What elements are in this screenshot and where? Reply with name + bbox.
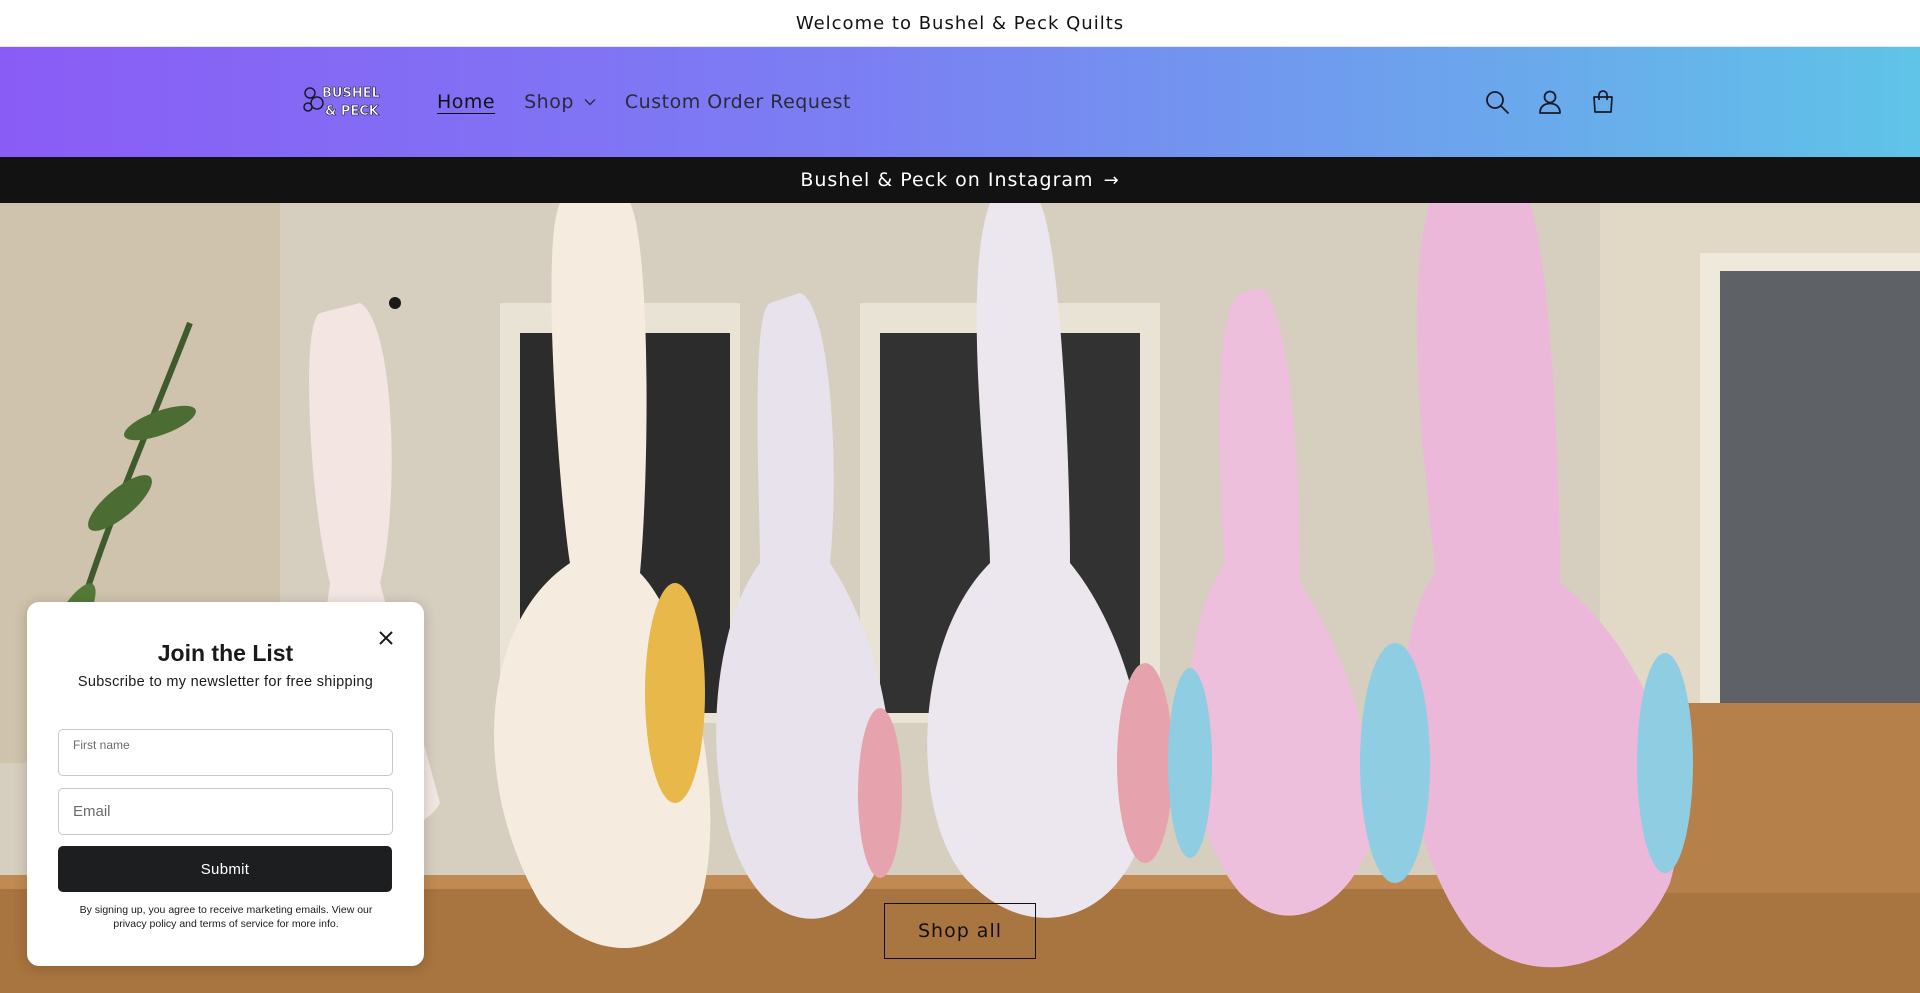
first-name-field[interactable]: First name xyxy=(58,729,393,776)
submit-label: Submit xyxy=(200,860,250,878)
cart-icon xyxy=(1593,90,1613,113)
logo-line-1: BUSHEL xyxy=(322,86,380,101)
announcement-bar: Welcome to Bushel & Peck Quilts xyxy=(0,0,1920,47)
cart-button[interactable] xyxy=(1584,83,1622,121)
email-placeholder: Email xyxy=(73,803,111,820)
nav-home-label: Home xyxy=(437,91,496,113)
site-logo[interactable]: BUSHEL & PECK xyxy=(300,79,388,125)
shop-all-label: Shop all xyxy=(917,920,1003,942)
header-icons xyxy=(1478,83,1637,121)
announcement-text: Welcome to Bushel & Peck Quilts xyxy=(795,12,1125,34)
email-field[interactable]: Email xyxy=(58,788,393,835)
logo-line-2: & PECK xyxy=(325,104,380,119)
chevron-down-icon xyxy=(584,99,596,106)
nav-custom-order-label: Custom Order Request xyxy=(624,91,851,113)
search-button[interactable] xyxy=(1478,83,1516,121)
popup-title: Join the List xyxy=(157,640,294,666)
instagram-link-bar[interactable]: Bushel & Peck on Instagram → xyxy=(0,157,1920,203)
submit-button[interactable]: Submit xyxy=(58,846,392,892)
nav-custom-order[interactable]: Custom Order Request xyxy=(625,91,851,113)
arrow-right-icon: → xyxy=(1103,169,1120,191)
site-header: BUSHEL & PECK Home Shop Custom Order Req… xyxy=(0,47,1920,157)
popup-disclaimer: By signing up, you agree to receive mark… xyxy=(79,904,373,930)
nav-shop[interactable]: Shop xyxy=(524,91,596,113)
nav-home[interactable]: Home xyxy=(437,91,495,113)
first-name-label: First name xyxy=(73,738,130,752)
account-button[interactable] xyxy=(1531,83,1569,121)
account-icon xyxy=(1539,90,1561,114)
newsletter-popup: Join the List Subscribe to my newsletter… xyxy=(27,602,424,966)
nav-shop-label: Shop xyxy=(524,91,574,113)
shop-all-button[interactable]: Shop all xyxy=(884,903,1036,959)
search-icon xyxy=(1486,91,1509,114)
logo-image: BUSHEL & PECK xyxy=(303,86,380,119)
main-nav: Home Shop Custom Order Request xyxy=(437,47,880,157)
instagram-link-text: Bushel & Peck on Instagram xyxy=(800,169,1094,191)
popup-subtitle: Subscribe to my newsletter for free ship… xyxy=(77,674,374,690)
